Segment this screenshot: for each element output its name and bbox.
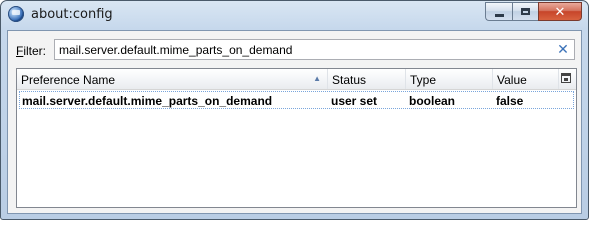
- column-header-label: Preference Name: [21, 73, 116, 87]
- maximize-button[interactable]: [512, 2, 538, 21]
- column-header-label: Value: [497, 73, 527, 87]
- filter-value: mail.server.default.mime_parts_on_demand: [59, 43, 293, 57]
- table-row[interactable]: mail.server.default.mime_parts_on_demand…: [19, 91, 574, 109]
- column-header-row: Preference Name ▲ Status Type Value: [17, 69, 576, 90]
- filter-label: Filter:: [16, 44, 46, 58]
- close-icon: ✕: [554, 3, 566, 19]
- client-area: Filter: mail.server.default.mime_parts_o…: [7, 30, 582, 214]
- cell-type: boolean: [409, 94, 456, 108]
- column-picker-icon: [561, 73, 571, 83]
- filter-field[interactable]: mail.server.default.mime_parts_on_demand…: [54, 39, 575, 60]
- maximize-icon: [521, 8, 530, 15]
- thunderbird-icon: [8, 6, 24, 22]
- window-title: about:config: [31, 7, 113, 22]
- sort-ascending-icon: ▲: [313, 74, 321, 83]
- cell-status: user set: [331, 94, 378, 108]
- caption-buttons: ✕: [485, 2, 582, 22]
- cell-preference-name: mail.server.default.mime_parts_on_demand: [22, 94, 273, 108]
- column-header-value[interactable]: Value: [493, 69, 559, 89]
- minimize-button[interactable]: [485, 2, 512, 21]
- minimize-icon: [494, 13, 504, 17]
- config-window: about:config ✕ Filter: mail.server.defau…: [0, 0, 589, 220]
- clear-filter-icon[interactable]: ✕: [556, 42, 570, 56]
- column-header-label: Type: [410, 73, 437, 87]
- column-header-status[interactable]: Status: [328, 69, 406, 89]
- title-bar[interactable]: about:config ✕: [1, 1, 588, 29]
- column-header-label: Status: [332, 73, 367, 87]
- column-header-type[interactable]: Type: [406, 69, 493, 89]
- column-header-preference-name[interactable]: Preference Name ▲: [17, 69, 328, 89]
- cell-value: false: [496, 94, 524, 108]
- filter-label-text: ilter:: [23, 44, 47, 58]
- preferences-tree[interactable]: Preference Name ▲ Status Type Value mail…: [16, 68, 577, 208]
- close-button[interactable]: ✕: [538, 2, 582, 21]
- column-picker-button[interactable]: [559, 69, 576, 89]
